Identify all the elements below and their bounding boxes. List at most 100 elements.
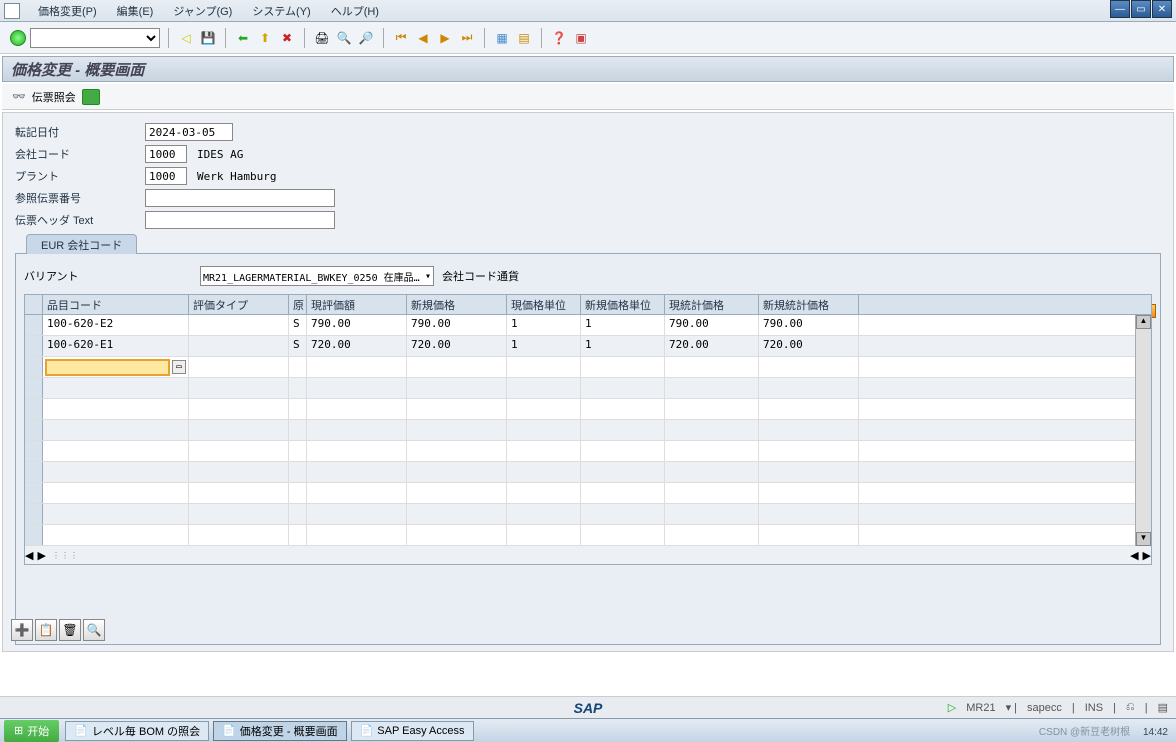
col-new-price[interactable]: 新規価格: [407, 295, 507, 314]
status-icon1[interactable]: ⎌: [1126, 701, 1135, 714]
company-code-input[interactable]: [145, 145, 187, 163]
cell-empty[interactable]: [43, 378, 189, 398]
scroll-left-icon[interactable]: ◀: [25, 549, 33, 562]
cell-empty[interactable]: [665, 525, 759, 545]
col-cur-unit[interactable]: 現価格単位: [507, 295, 581, 314]
horizontal-scrollbar[interactable]: ◀ ▶ ⋮⋮⋮ ◀ ▶: [25, 546, 1151, 564]
cell-curval[interactable]: 790.00: [307, 315, 407, 335]
scroll-up-icon[interactable]: ▲: [1136, 315, 1151, 329]
cell-empty[interactable]: [759, 462, 859, 482]
row-selector[interactable]: [25, 504, 43, 524]
cell-empty[interactable]: [307, 399, 407, 419]
status-icon2[interactable]: ▤: [1158, 701, 1168, 714]
cell-curunit[interactable]: 1: [507, 336, 581, 356]
cell-curstat[interactable]: 720.00: [665, 336, 759, 356]
close-button[interactable]: ✕: [1152, 0, 1172, 18]
cell-newprice[interactable]: 790.00: [407, 315, 507, 335]
cell-empty[interactable]: [581, 441, 665, 461]
back-green-icon[interactable]: ⬅: [234, 29, 252, 47]
cell-empty[interactable]: [289, 357, 307, 377]
cell-empty[interactable]: [507, 441, 581, 461]
row-selector[interactable]: [25, 315, 43, 335]
cell-empty[interactable]: [581, 525, 665, 545]
cell-empty[interactable]: [407, 420, 507, 440]
row-selector[interactable]: [25, 483, 43, 503]
col-new-stat[interactable]: 新規統計価格: [759, 295, 859, 314]
cell-empty[interactable]: [307, 378, 407, 398]
insert-row-icon[interactable]: ➕: [11, 619, 33, 641]
cell-empty[interactable]: [189, 525, 289, 545]
cell-empty[interactable]: [507, 525, 581, 545]
new-session-icon[interactable]: ▦: [493, 29, 511, 47]
col-current-val[interactable]: 現評価額: [307, 295, 407, 314]
cell-empty[interactable]: [43, 462, 189, 482]
table-row-empty[interactable]: [25, 483, 1151, 504]
cell-empty[interactable]: [507, 357, 581, 377]
variant-combo[interactable]: MR21_LAGERMATERIAL_BWKEY_0250 在庫品…▾: [200, 266, 434, 286]
copy-row-icon[interactable]: 📋: [35, 619, 57, 641]
row-selector[interactable]: [25, 525, 43, 545]
task-bom[interactable]: 📄レベル毎 BOM の照会: [65, 721, 209, 741]
cell-empty[interactable]: [759, 441, 859, 461]
cell-empty[interactable]: [407, 462, 507, 482]
find-next-icon[interactable]: 🔎: [357, 29, 375, 47]
cell-empty[interactable]: [189, 504, 289, 524]
cell-empty[interactable]: [581, 378, 665, 398]
cell-empty[interactable]: [43, 483, 189, 503]
cell-empty[interactable]: [307, 525, 407, 545]
cell-empty[interactable]: [665, 441, 759, 461]
search-row-icon[interactable]: 🔍: [83, 619, 105, 641]
cell-empty[interactable]: [307, 420, 407, 440]
cell-newunit[interactable]: 1: [581, 315, 665, 335]
cell-empty[interactable]: [289, 462, 307, 482]
row-selector[interactable]: [25, 420, 43, 440]
row-selector[interactable]: [25, 378, 43, 398]
back-icon[interactable]: ◁: [177, 29, 195, 47]
cell-empty[interactable]: [581, 504, 665, 524]
chevron-down-icon[interactable]: ▾: [425, 271, 431, 282]
find-icon[interactable]: 🔍: [335, 29, 353, 47]
cell-empty[interactable]: [581, 357, 665, 377]
table-row[interactable]: 100-620-E2 S 790.00 790.00 1 1 790.00 79…: [25, 315, 1151, 336]
cell-empty[interactable]: [289, 378, 307, 398]
col-indicator[interactable]: 原: [289, 295, 307, 314]
cell-empty[interactable]: [307, 357, 407, 377]
cell-empty[interactable]: [189, 420, 289, 440]
cancel-icon[interactable]: ✖: [278, 29, 296, 47]
cell-empty[interactable]: [507, 504, 581, 524]
col-valtype[interactable]: 評価タイプ: [189, 295, 289, 314]
cell-curunit[interactable]: 1: [507, 315, 581, 335]
row-selector[interactable]: [25, 462, 43, 482]
help-icon[interactable]: ❓: [550, 29, 568, 47]
execute-icon[interactable]: [82, 89, 100, 105]
cell-empty[interactable]: [307, 462, 407, 482]
cell-empty[interactable]: [43, 441, 189, 461]
enter-icon[interactable]: [10, 30, 26, 46]
tab-eur-company[interactable]: EUR 会社コード: [26, 234, 137, 254]
cell-material[interactable]: 100-620-E1: [43, 336, 189, 356]
maximize-button[interactable]: ▭: [1131, 0, 1151, 18]
cell-newunit[interactable]: 1: [581, 336, 665, 356]
cell-empty[interactable]: [407, 399, 507, 419]
doc-header-input[interactable]: [145, 211, 335, 229]
cell-empty[interactable]: [759, 504, 859, 524]
last-page-icon[interactable]: ⏭: [458, 29, 476, 47]
menu-edit[interactable]: 編集(E): [107, 1, 164, 21]
cell-empty[interactable]: [307, 441, 407, 461]
table-row-empty[interactable]: [25, 525, 1151, 546]
cell-empty[interactable]: [759, 357, 859, 377]
save-icon[interactable]: 💾: [199, 29, 217, 47]
exit-icon[interactable]: ⬆: [256, 29, 274, 47]
cell-empty[interactable]: [289, 483, 307, 503]
cell-empty[interactable]: [407, 504, 507, 524]
active-input[interactable]: [45, 359, 170, 376]
cell-material[interactable]: 100-620-E2: [43, 315, 189, 335]
cell-empty[interactable]: [43, 504, 189, 524]
cell-ind[interactable]: S: [289, 336, 307, 356]
cell-empty[interactable]: [581, 399, 665, 419]
cell-curstat[interactable]: 790.00: [665, 315, 759, 335]
cell-curval[interactable]: 720.00: [307, 336, 407, 356]
menu-system[interactable]: システム(Y): [242, 1, 320, 21]
scroll-down-icon[interactable]: ▼: [1136, 532, 1151, 546]
table-row-empty[interactable]: [25, 462, 1151, 483]
